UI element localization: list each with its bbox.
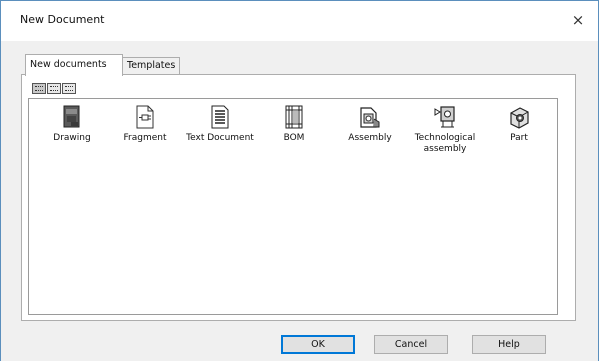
- assembly-icon: [360, 107, 380, 128]
- list-item-fragment[interactable]: Fragment: [108, 105, 182, 144]
- item-label: Text Document: [186, 133, 254, 143]
- ok-button[interactable]: OK: [281, 335, 355, 354]
- list-item-bom[interactable]: BOM: [257, 105, 331, 144]
- list-view-icon[interactable]: [47, 83, 61, 94]
- part-icon: [510, 107, 529, 129]
- view-toolbar: [32, 83, 76, 95]
- list-item-drawing[interactable]: Drawing: [35, 105, 109, 144]
- item-label: Drawing: [53, 133, 91, 143]
- title-bar: New Document ×: [1, 1, 598, 41]
- technological-assembly-icon: [434, 106, 455, 128]
- details-view-icon[interactable]: [62, 83, 76, 94]
- new-document-dialog: New Document × New documents Templates D…: [0, 0, 599, 361]
- item-label: Fragment: [123, 133, 167, 143]
- tab-new-documents[interactable]: New documents: [25, 54, 123, 76]
- large-icons-view-icon[interactable]: [32, 83, 46, 94]
- list-item-part[interactable]: Part: [482, 105, 556, 144]
- fragment-icon: [136, 105, 154, 129]
- tab-panel: Drawing Fragment Text Document BOM Assem…: [21, 74, 576, 321]
- close-icon: ×: [571, 11, 585, 29]
- close-button[interactable]: ×: [562, 5, 594, 35]
- item-label: Technological assembly: [414, 133, 476, 154]
- list-item-technological-assembly[interactable]: Technological assembly: [408, 105, 482, 155]
- item-label: BOM: [283, 133, 305, 143]
- cancel-button[interactable]: Cancel: [374, 335, 448, 354]
- dialog-title: New Document: [20, 13, 105, 26]
- item-label: Part: [510, 133, 528, 143]
- text-document-icon: [211, 105, 229, 129]
- drawing-icon: [63, 105, 80, 128]
- tab-templates[interactable]: Templates: [123, 57, 181, 75]
- list-item-text-document[interactable]: Text Document: [183, 105, 257, 144]
- item-label: Assembly: [348, 133, 392, 143]
- bom-icon: [285, 105, 303, 129]
- help-button[interactable]: Help: [472, 335, 546, 354]
- list-item-assembly[interactable]: Assembly: [333, 105, 407, 144]
- document-type-list[interactable]: Drawing Fragment Text Document BOM Assem…: [28, 98, 558, 315]
